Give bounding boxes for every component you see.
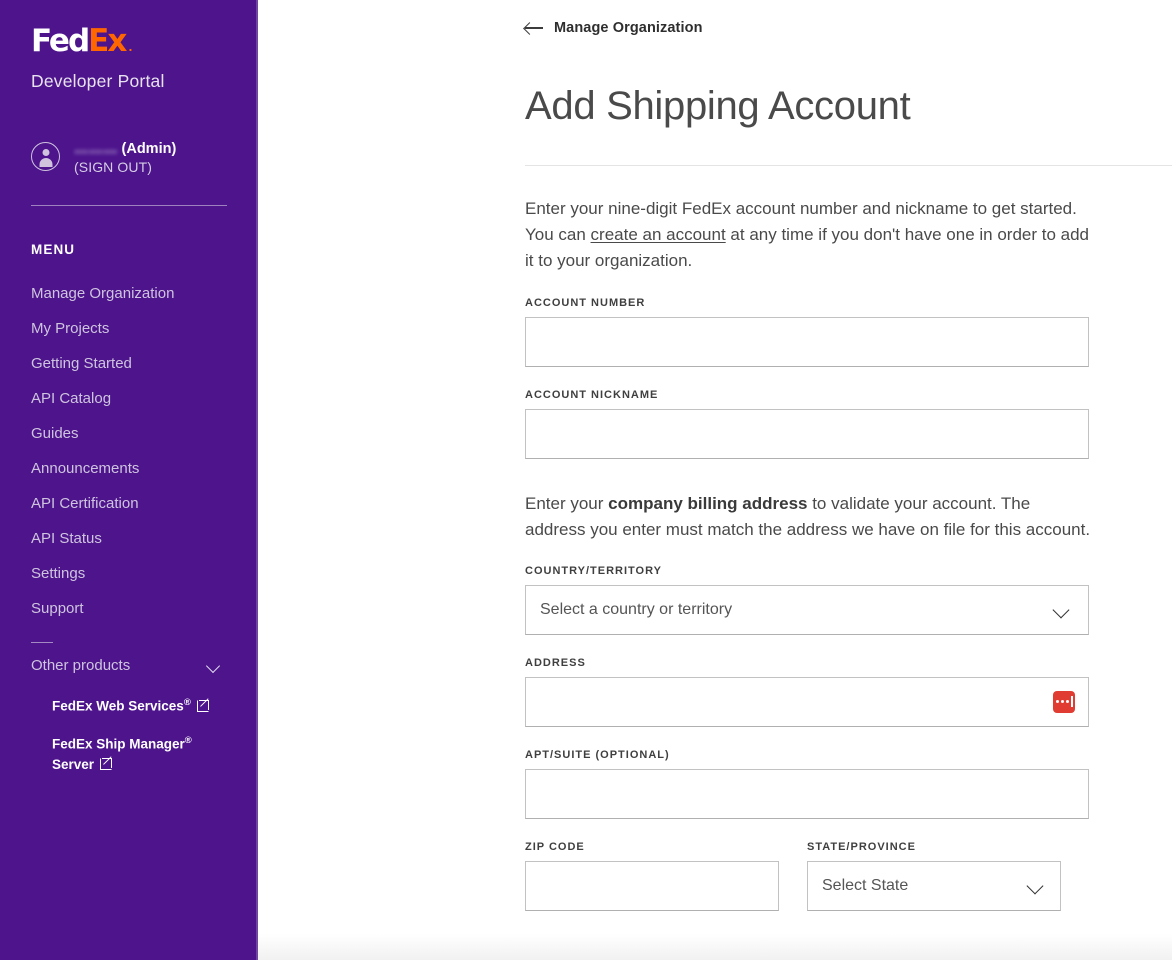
state-province-select[interactable]: Select State <box>807 860 1061 911</box>
other-products-toggle[interactable]: Other products <box>0 643 258 688</box>
other-products-label: Other products <box>31 657 131 675</box>
sidebar: FedEx. Developer Portal ……… (Admin) (SIG… <box>0 0 258 960</box>
registered-mark-icon: . <box>128 41 133 54</box>
billing-paragraph: Enter your company billing address to va… <box>525 491 1091 543</box>
fedex-ship-manager-label: FedEx Ship Manager <box>52 736 185 752</box>
page-title: Add Shipping Account <box>525 84 911 128</box>
address-field: ADDRESS <box>525 657 1172 727</box>
fedex-ship-manager-label-2: Server <box>52 757 95 773</box>
chevron-down-icon <box>1052 604 1072 615</box>
state-province-label: STATE/PROVINCE <box>807 840 916 853</box>
logo-ex-text: Ex <box>88 23 127 59</box>
country-territory-field: COUNTRY/TERRITORY Select a country or te… <box>525 565 1172 635</box>
chevron-down-icon <box>1026 880 1046 891</box>
state-province-value: Select State <box>822 876 909 894</box>
account-nickname-field: ACCOUNT NICKNAME <box>525 389 1172 459</box>
sidebar-divider-short <box>31 642 53 644</box>
billing-text-before: Enter your <box>525 493 609 513</box>
arrow-left-icon <box>525 21 544 35</box>
breadcrumb[interactable]: Manage Organization <box>525 20 703 36</box>
zip-code-input[interactable] <box>525 860 779 911</box>
zip-code-label: ZIP CODE <box>525 840 585 853</box>
address-input[interactable] <box>525 676 1089 727</box>
state-province-field: STATE/PROVINCE Select State <box>807 841 1061 911</box>
country-territory-value: Select a country or territory <box>540 600 733 618</box>
sidebar-item-announcements[interactable]: Announcements <box>0 451 258 486</box>
user-block[interactable]: ……… (Admin) (SIGN OUT) <box>31 140 258 176</box>
user-role-suffix: (Admin) <box>117 141 177 157</box>
sidebar-item-api-status[interactable]: API Status <box>0 521 258 556</box>
apt-suite-field: APT/SUITE (OPTIONAL) <box>525 749 1172 819</box>
sidebar-item-settings[interactable]: Settings <box>0 556 258 591</box>
sidebar-item-api-catalog[interactable]: API Catalog <box>0 381 258 416</box>
sidebar-menu: Manage Organization My Projects Getting … <box>0 276 258 626</box>
address-label: ADDRESS <box>525 656 586 669</box>
sidebar-item-my-projects[interactable]: My Projects <box>0 311 258 346</box>
external-link-icon <box>100 756 113 771</box>
sidebar-item-fedex-web-services[interactable]: FedEx Web Services® <box>0 688 258 725</box>
sidebar-item-support[interactable]: Support <box>0 591 258 626</box>
account-number-label: ACCOUNT NUMBER <box>525 296 646 309</box>
apt-suite-label: APT/SUITE (OPTIONAL) <box>525 748 670 761</box>
title-divider <box>525 165 1172 166</box>
sidebar-item-getting-started[interactable]: Getting Started <box>0 346 258 381</box>
menu-heading: MENU <box>31 242 76 258</box>
registered-symbol-icon: ® <box>183 697 191 709</box>
sidebar-item-api-certification[interactable]: API Certification <box>0 486 258 521</box>
fedex-logo[interactable]: FedEx. <box>0 0 258 57</box>
app-root: FedEx. Developer Portal ……… (Admin) (SIG… <box>0 0 1172 960</box>
country-territory-select[interactable]: Select a country or territory <box>525 584 1089 635</box>
account-number-input[interactable] <box>525 316 1089 367</box>
external-link-icon <box>196 698 209 712</box>
lastpass-autofill-icon[interactable] <box>1053 690 1075 713</box>
sign-out-link[interactable]: (SIGN OUT) <box>74 159 176 177</box>
registered-symbol-icon: ® <box>184 734 192 746</box>
zip-code-field: ZIP CODE <box>525 841 779 911</box>
sidebar-divider <box>31 205 227 207</box>
breadcrumb-label: Manage Organization <box>554 20 703 36</box>
chevron-down-icon <box>207 661 222 670</box>
account-number-field: ACCOUNT NUMBER <box>525 297 1172 367</box>
main-content: Manage Organization Add Shipping Account… <box>258 0 1172 960</box>
zip-state-row: ZIP CODE STATE/PROVINCE Select State <box>525 841 1172 911</box>
fedex-web-services-label: FedEx Web Services <box>52 698 184 714</box>
intro-paragraph: Enter your nine-digit FedEx account numb… <box>525 196 1091 275</box>
country-territory-label: COUNTRY/TERRITORY <box>525 564 662 577</box>
logo-fed-text: Fed <box>31 23 90 59</box>
account-nickname-label: ACCOUNT NICKNAME <box>525 388 659 401</box>
apt-suite-input[interactable] <box>525 768 1089 819</box>
portal-name: Developer Portal <box>31 71 165 91</box>
sidebar-item-manage-organization[interactable]: Manage Organization <box>0 276 258 311</box>
sidebar-item-guides[interactable]: Guides <box>0 416 258 451</box>
billing-bold-text: company billing address <box>608 493 808 513</box>
user-name-redacted: ……… <box>74 141 118 157</box>
user-name: ……… (Admin) <box>74 140 176 159</box>
account-nickname-input[interactable] <box>525 408 1089 459</box>
user-avatar-icon <box>31 142 60 171</box>
sidebar-item-fedex-ship-manager-server[interactable]: FedEx Ship Manager® Server <box>0 726 258 784</box>
create-an-account-link[interactable]: create an account <box>591 225 726 244</box>
